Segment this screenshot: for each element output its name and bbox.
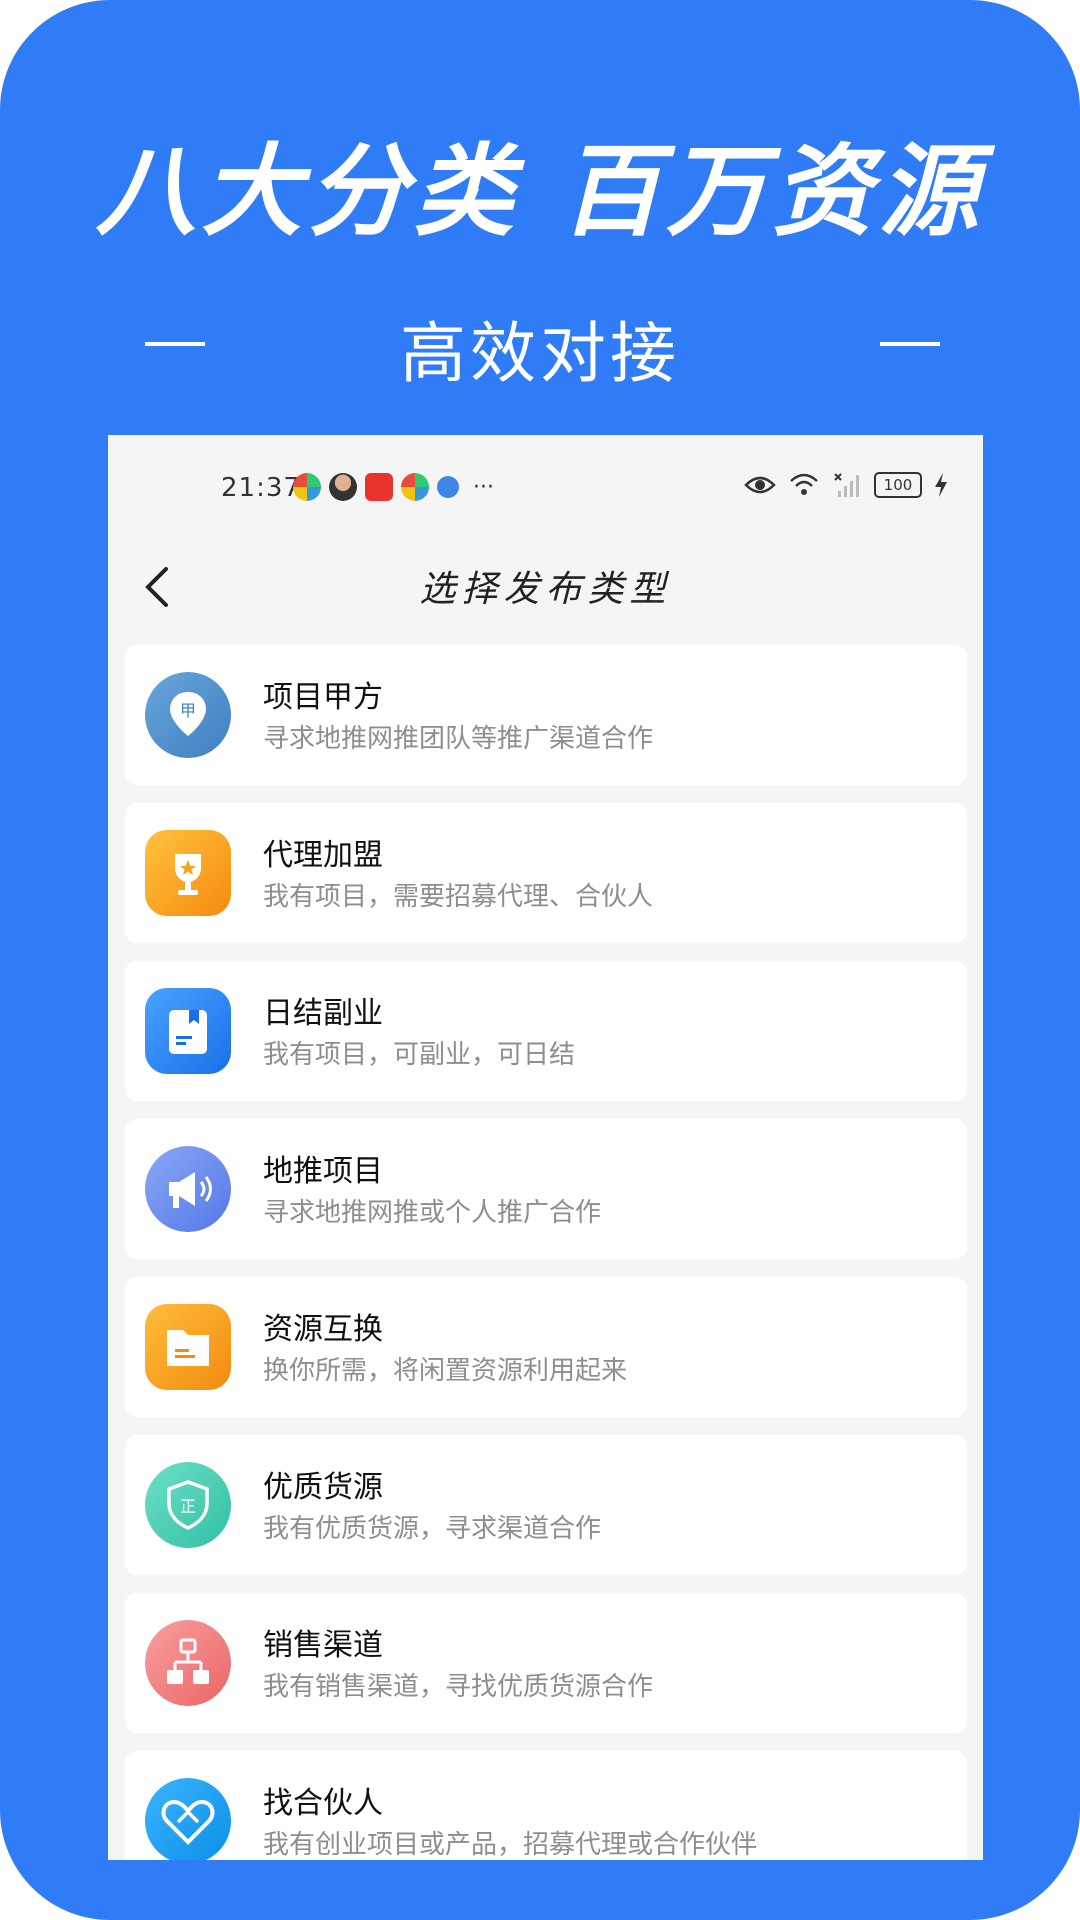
- svg-text:正: 正: [180, 1497, 196, 1516]
- item-title: 销售渠道: [263, 1628, 383, 1663]
- battery-indicator: 100: [874, 472, 922, 498]
- eye-icon: [744, 476, 776, 494]
- megaphone-icon: [145, 1146, 231, 1232]
- list-item-project-owner[interactable]: 甲 项目甲方 寻求地推网推团队等推广渠道合作: [125, 645, 967, 785]
- item-title: 项目甲方: [263, 680, 383, 715]
- promo-title: 八大分类 百万资源: [95, 132, 985, 250]
- list-item-agent[interactable]: 代理加盟 我有项目，需要招募代理、合伙人: [125, 803, 967, 943]
- item-desc: 寻求地推网推团队等推广渠道合作: [263, 724, 654, 754]
- item-title: 优质货源: [263, 1470, 383, 1505]
- browser-icon: [437, 476, 459, 498]
- page-title: 选择发布类型: [419, 569, 672, 610]
- phone-screen: 21:37 ··· 100 选择发布类型 甲 项目甲方 寻求地推网推团队等推广渠…: [108, 435, 983, 1860]
- org-chart-icon: [145, 1620, 231, 1706]
- list-item-ground-promo[interactable]: 地推项目 寻求地推网推或个人推广合作: [125, 1119, 967, 1259]
- dash-right: [880, 342, 940, 346]
- status-bar: 21:37 ··· 100: [108, 435, 983, 535]
- list-item-find-partner[interactable]: 找合伙人 我有创业项目或产品，招募代理或合作伙伴: [125, 1751, 967, 1860]
- huawei-mall-icon: [365, 473, 393, 501]
- item-title: 地推项目: [263, 1154, 383, 1189]
- trophy-icon: [145, 830, 231, 916]
- item-desc: 寻求地推网推或个人推广合作: [263, 1198, 602, 1228]
- folder-icon: [145, 1304, 231, 1390]
- nav-bar: 选择发布类型: [108, 535, 983, 645]
- wifi-icon: [790, 473, 818, 495]
- promo-subtitle-row: 高效对接: [0, 300, 1080, 392]
- svg-text:甲: 甲: [180, 701, 196, 720]
- item-desc: 我有创业项目或产品，招募代理或合作伙伴: [263, 1830, 758, 1860]
- item-title: 日结副业: [263, 996, 383, 1031]
- list-item-daily-job[interactable]: 日结副业 我有项目，可副业，可日结: [125, 961, 967, 1101]
- item-title: 找合伙人: [263, 1786, 383, 1821]
- list-item-resource-swap[interactable]: 资源互换 换你所需，将闲置资源利用起来: [125, 1277, 967, 1417]
- book-icon: [145, 988, 231, 1074]
- map-pin-icon: 甲: [145, 672, 231, 758]
- promo-subtitle: 高效对接: [400, 315, 680, 392]
- heart-handshake-icon: [145, 1778, 231, 1860]
- status-time: 21:37: [221, 473, 301, 503]
- item-title: 资源互换: [263, 1312, 383, 1347]
- item-desc: 我有优质货源，寻求渠道合作: [263, 1514, 602, 1544]
- type-list: 甲 项目甲方 寻求地推网推团队等推广渠道合作 代理加盟 我有项目，需要招募代理、…: [125, 645, 967, 1860]
- charging-icon: [935, 473, 947, 497]
- item-desc: 我有项目，需要招募代理、合伙人: [263, 882, 654, 912]
- promo-background: 八大分类 百万资源 高效对接 21:37 ··· 100 选择发布类型 甲 项目…: [0, 0, 1080, 1920]
- signal-icon: [834, 473, 859, 497]
- list-item-quality-supply[interactable]: 正 优质货源 我有优质货源，寻求渠道合作: [125, 1435, 967, 1575]
- status-right: 100: [744, 471, 948, 499]
- avatar-icon: [329, 473, 357, 501]
- list-item-sales-channel[interactable]: 销售渠道 我有销售渠道，寻找优质货源合作: [125, 1593, 967, 1733]
- more-notifications: ···: [473, 474, 494, 500]
- app-icon-1: [293, 473, 321, 501]
- item-desc: 换你所需，将闲置资源利用起来: [263, 1356, 628, 1386]
- item-desc: 我有项目，可副业，可日结: [263, 1040, 576, 1070]
- item-title: 代理加盟: [263, 838, 383, 873]
- shield-icon: 正: [145, 1462, 231, 1548]
- notification-icons: ···: [293, 473, 494, 501]
- app-icon-2: [401, 473, 429, 501]
- item-desc: 我有销售渠道，寻找优质货源合作: [263, 1672, 654, 1702]
